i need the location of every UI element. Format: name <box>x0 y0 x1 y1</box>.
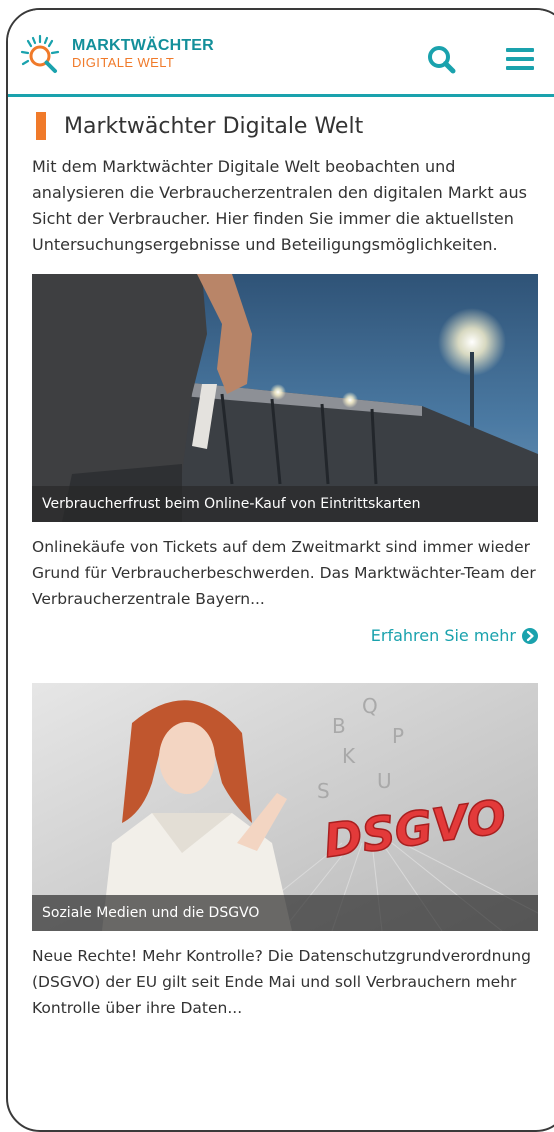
svg-text:S: S <box>317 779 330 803</box>
svg-text:U: U <box>377 769 392 793</box>
article-image-dsgvo[interactable]: B Q P K U S DSGVO Soziale Medien und die… <box>32 683 538 931</box>
search-icon[interactable] <box>422 40 462 80</box>
brand-line-2: DIGITALE WELT <box>72 55 175 70</box>
read-more-label: Erfahren Sie mehr <box>370 626 516 645</box>
logo-icon[interactable] <box>18 32 68 82</box>
dsgvo-photo-image: B Q P K U S DSGVO <box>32 683 538 931</box>
article-image-tickets[interactable]: Verbraucherfrust beim Online-Kauf von Ei… <box>32 274 538 522</box>
intro-text: Mit dem Marktwächter Digitale Welt beoba… <box>32 157 527 254</box>
svg-text:P: P <box>392 724 404 748</box>
svg-text:Q: Q <box>362 694 378 718</box>
arrow-circle-right-icon <box>522 627 538 644</box>
main-content: Marktwächter Digitale Welt Mit dem Markt… <box>32 108 544 1021</box>
page-heading: Marktwächter Digitale Welt <box>32 108 544 144</box>
read-more-link[interactable]: Erfahren Sie mehr <box>32 626 544 645</box>
hamburger-menu-icon[interactable] <box>502 40 542 80</box>
site-header: MARKTWÄCHTER DIGITALE WELT <box>8 10 554 97</box>
article-teaser: Neue Rechte! Mehr Kontrolle? Die Datensc… <box>32 947 531 1017</box>
heading-accent-bar <box>36 112 46 140</box>
svg-text:K: K <box>342 744 356 768</box>
page-title: Marktwächter Digitale Welt <box>64 113 364 139</box>
article-teaser: Onlinekäufe von Tickets auf dem Zweitmar… <box>32 538 536 608</box>
article-card: B Q P K U S DSGVO Soziale Medien und die… <box>32 683 544 1021</box>
article-caption: Soziale Medien und die DSGVO <box>32 895 538 931</box>
brand-line-1: MARKTWÄCHTER <box>72 37 214 54</box>
article-card: Verbraucherfrust beim Online-Kauf von Ei… <box>32 274 544 645</box>
stadium-photo-image <box>32 274 538 522</box>
brand-name[interactable]: MARKTWÄCHTER DIGITALE WELT <box>72 37 214 70</box>
phone-frame: MARKTWÄCHTER DIGITALE WELT Marktwächter … <box>6 8 554 1132</box>
article-caption: Verbraucherfrust beim Online-Kauf von Ei… <box>32 486 538 522</box>
svg-text:B: B <box>332 714 346 738</box>
